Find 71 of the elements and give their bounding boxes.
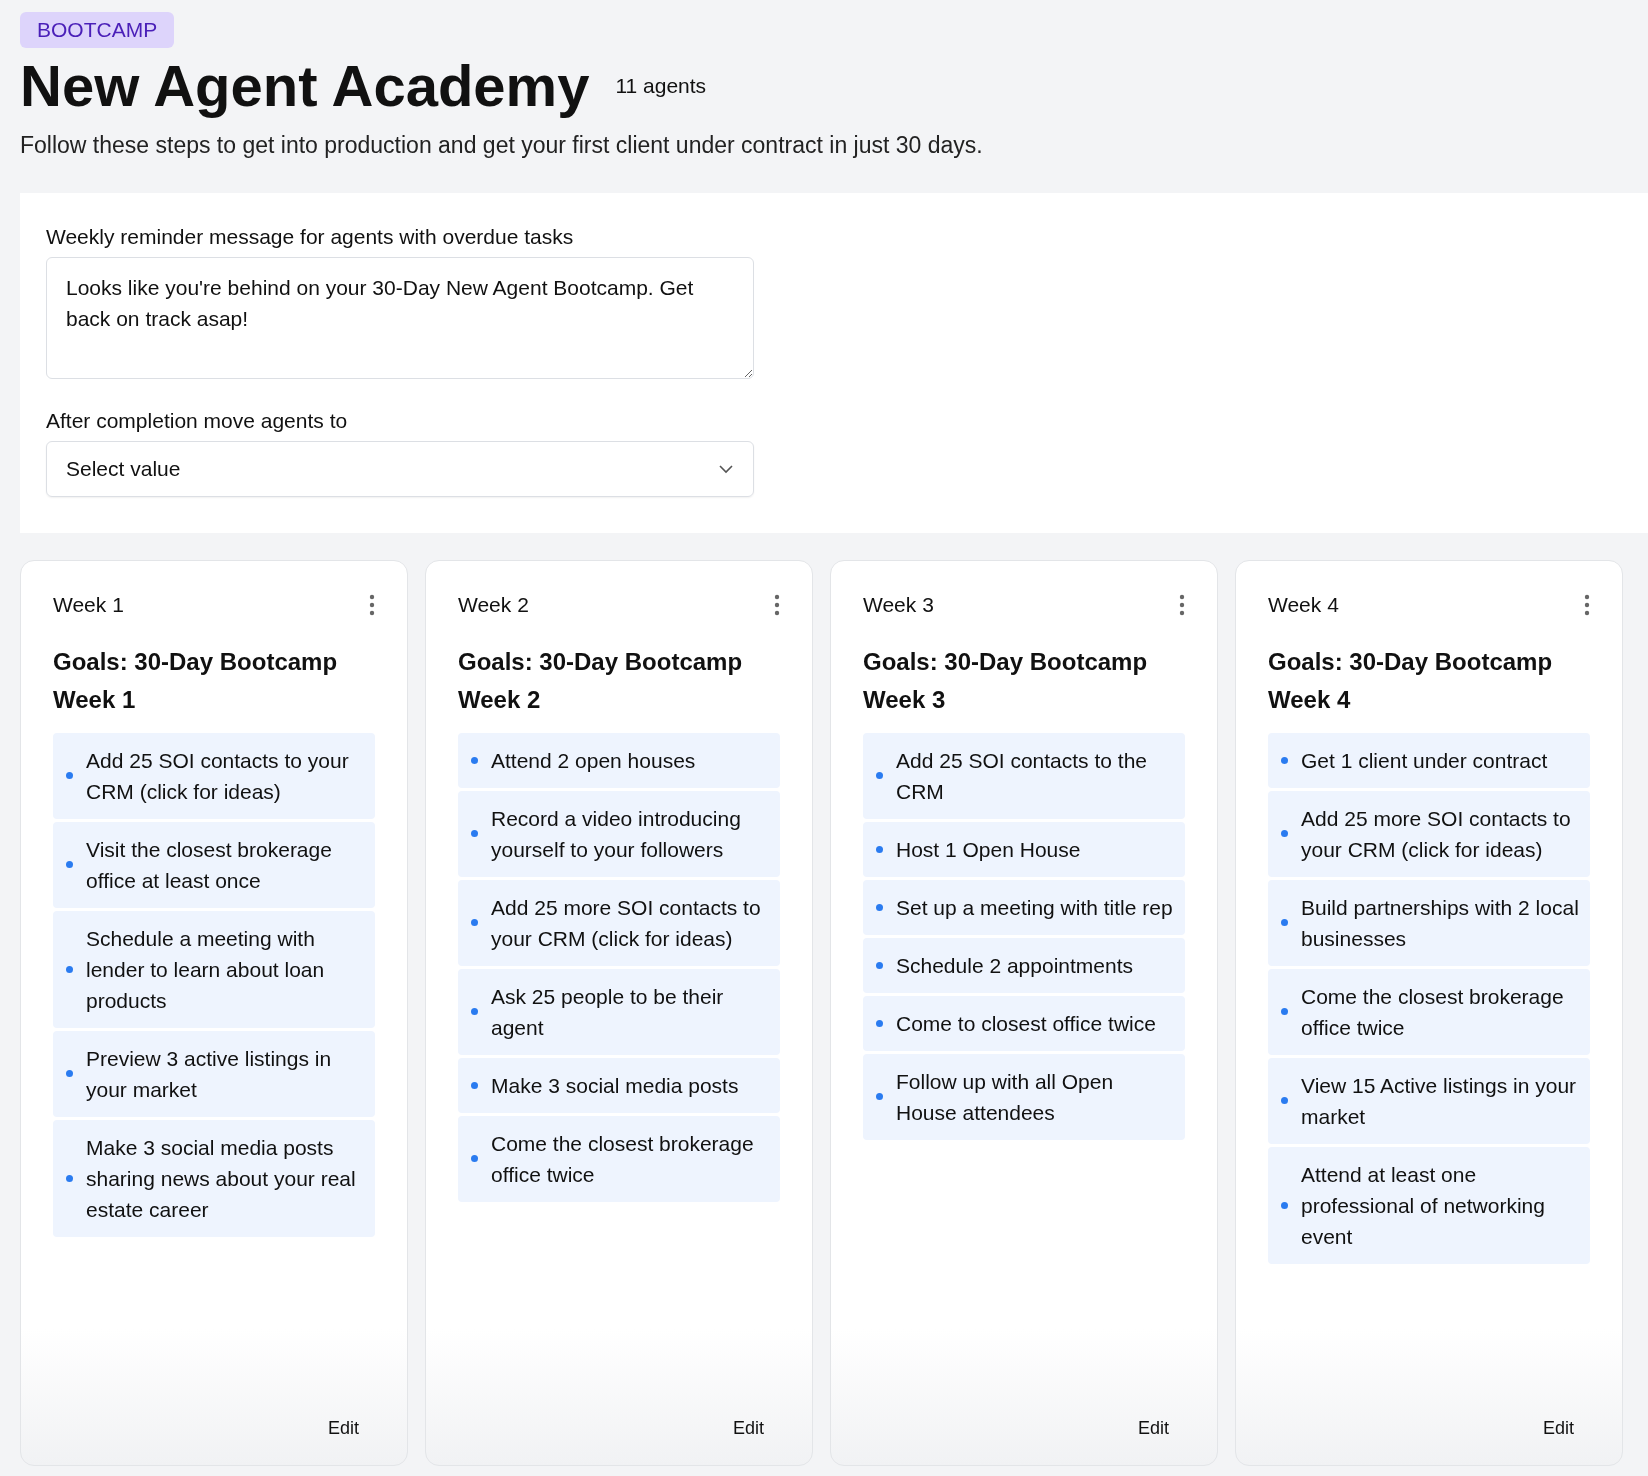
task-item[interactable]: Set up a meeting with title rep [863,879,1185,935]
bullet-icon [471,830,478,838]
goal-title: Goals: 30-Day Bootcamp Week 3 [863,646,1149,715]
week-label: Week 4 [1268,592,1339,617]
bullet-icon [1281,1097,1288,1105]
task-item[interactable]: Attend 2 open houses [458,732,780,788]
task-item[interactable]: View 15 Active listings in your market [1268,1057,1590,1144]
task-item[interactable]: Schedule a meeting with lender to learn about loan products [53,910,375,1028]
task-item[interactable]: Schedule 2 appointments [863,937,1185,993]
edit-button[interactable]: Edit [1526,1414,1590,1443]
week-label: Week 2 [458,592,529,617]
task-item[interactable]: Get 1 client under contract [1268,732,1590,788]
task-item[interactable]: Build partnerships with 2 local businesses [1268,879,1590,966]
week-label: Week 1 [53,592,124,617]
more-options-icon[interactable] [1584,593,1590,616]
task-item[interactable]: Make 3 social media posts [458,1057,780,1113]
bullet-icon [1281,1201,1288,1209]
page-description: Follow these steps to get into production and get your first client under contract in just 30 days. [20,131,983,159]
task-item[interactable]: Ask 25 people to be their agent [458,968,780,1055]
task-item[interactable]: Attend at least one professional of networking event [1268,1146,1590,1264]
goal-title: Goals: 30-Day Bootcamp Week 1 [53,646,339,715]
bullet-icon [1281,919,1288,927]
task-item[interactable]: Come to closest office twice [863,995,1185,1051]
task-item[interactable]: Record a video introducing yourself to your followers [458,790,780,877]
field-label: After completion move agents to [46,408,348,433]
task-item[interactable]: Visit the closest brokerage office at least once [53,821,375,908]
bullet-icon [876,845,883,853]
bullet-icon [876,903,883,911]
bullet-icon [66,1070,73,1078]
goal-title: Goals: 30-Day Bootcamp Week 4 [1268,646,1554,715]
chevron-down-icon [718,463,734,474]
task-item[interactable]: Follow up with all Open House attendees [863,1053,1185,1140]
task-item[interactable]: Add 25 more SOI contacts to your CRM (click for ideas) [458,879,780,966]
bullet-icon [876,772,883,780]
bullet-icon [1281,1008,1288,1016]
more-options-icon[interactable] [1179,593,1185,616]
task-item[interactable]: Come the closest brokerage office twice [458,1115,780,1202]
goal-title: Goals: 30-Day Bootcamp Week 2 [458,646,744,715]
week-label: Week 3 [863,592,934,617]
bullet-icon [1281,756,1288,764]
bullet-icon [471,1008,478,1016]
page-title: New Agent Academy [20,54,590,118]
task-item[interactable]: Come the closest brokerage office twice [1268,968,1590,1055]
more-options-icon[interactable] [774,593,780,616]
edit-button[interactable]: Edit [311,1414,375,1443]
bullet-icon [876,1093,883,1101]
task-item[interactable]: Add 25 more SOI contacts to your CRM (click for ideas) [1268,790,1590,877]
edit-button[interactable]: Edit [716,1414,780,1443]
bullet-icon [66,772,73,780]
bullet-icon [471,919,478,927]
bullet-icon [66,965,73,973]
bootcamp-badge: BOOTCAMP [20,12,175,48]
reminder-message-field[interactable]: Looks like you're behind on your 30-Day New Agent Bootcamp. Get back on track asap! [46,256,754,379]
agent-count: 11 agents [615,73,707,98]
bullet-icon [876,1019,883,1027]
bullet-icon [471,756,478,764]
bullet-icon [471,1155,478,1163]
task-item[interactable]: Preview 3 active listings in your market [53,1030,375,1117]
task-item[interactable]: Add 25 SOI contacts to the CRM [863,732,1185,819]
edit-button[interactable]: Edit [1121,1414,1185,1443]
task-item[interactable]: Host 1 Open House [863,821,1185,877]
bullet-icon [1281,830,1288,838]
bullet-icon [471,1081,478,1089]
bullet-icon [66,861,73,869]
bullet-icon [66,1174,73,1182]
task-item[interactable]: Add 25 SOI contacts to your CRM (click for ideas) [53,732,375,819]
field-label: Weekly reminder message for agents with overdue tasks [46,224,574,249]
task-item[interactable]: Make 3 social media posts sharing news about your real estate career [53,1119,375,1237]
bullet-icon [876,961,883,969]
select-dropdown[interactable]: Select value [46,440,754,497]
more-options-icon[interactable] [369,593,375,616]
